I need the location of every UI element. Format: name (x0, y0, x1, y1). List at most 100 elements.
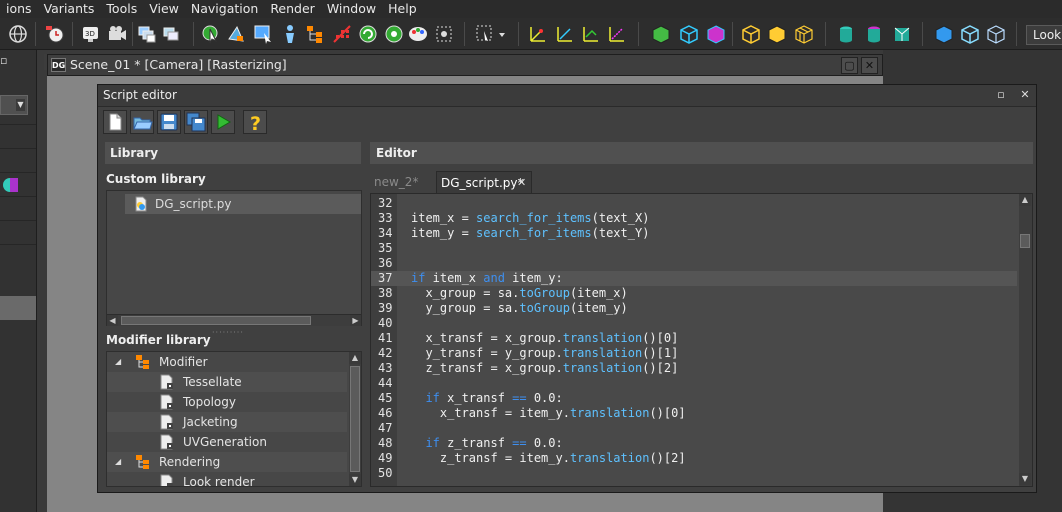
tree-item-rendering[interactable]: ◢ Rendering (107, 452, 347, 472)
axis-snap-icon[interactable] (554, 23, 576, 45)
axis-icon[interactable] (527, 23, 549, 45)
globe-icon[interactable] (7, 23, 29, 45)
code-line[interactable]: 44 (371, 376, 1017, 391)
code-line[interactable]: 43 z_transf = x_group.translation()[2] (371, 361, 1017, 376)
axis-align-icon[interactable] (580, 23, 602, 45)
axis-pattern-icon[interactable] (606, 23, 628, 45)
box-wire-icon[interactable] (959, 23, 981, 45)
paint-icon[interactable] (225, 23, 247, 45)
vertical-scrollbar[interactable]: ▲ ▼ (1019, 194, 1032, 486)
list-item[interactable]: DG_script.py (125, 194, 361, 214)
expand-arrow-icon[interactable]: ◢ (115, 352, 125, 372)
cylinder-split-icon[interactable] (891, 23, 913, 45)
code-line[interactable]: 35 (371, 241, 1017, 256)
menu-variants[interactable]: Variants (38, 0, 101, 18)
vertical-scrollbar[interactable]: ▲ ▼ (349, 352, 361, 486)
save-all-icon[interactable] (184, 110, 208, 134)
chevron-up-icon[interactable]: ▲ (349, 352, 361, 364)
tab-new-2[interactable]: new_2* (370, 171, 434, 193)
pick-icon[interactable] (200, 23, 222, 45)
open-folder-icon[interactable] (130, 110, 154, 134)
tree-item-jacketing[interactable]: Jacketing (107, 412, 347, 432)
code-line[interactable]: 34 item_y = search_for_items(text_Y) (371, 226, 1017, 241)
menu-render[interactable]: Render (264, 0, 321, 18)
code-line[interactable]: 47 (371, 421, 1017, 436)
cylinder-teal-icon[interactable] (835, 23, 857, 45)
maximize-button[interactable]: ▢ (841, 57, 858, 74)
box-blue-icon[interactable] (933, 23, 955, 45)
figure-icon[interactable] (279, 23, 301, 45)
box-outline-icon[interactable] (985, 23, 1007, 45)
stack-icon[interactable] (136, 23, 158, 45)
code-line[interactable]: 45 if x_transf == 0.0: (371, 391, 1017, 406)
tree-item-uvgeneration[interactable]: UVGeneration (107, 432, 347, 452)
float-icon[interactable]: ▫ (994, 88, 1008, 102)
cube-yellow-wire-icon[interactable] (740, 23, 762, 45)
menu-view[interactable]: View (143, 0, 185, 18)
hierarchy-icon[interactable] (304, 23, 326, 45)
cube-yellow-grid-icon[interactable] (793, 23, 815, 45)
target-icon[interactable] (383, 23, 405, 45)
left-combo-box[interactable]: ▼ (0, 95, 28, 115)
3d-view-icon[interactable]: 3D (80, 23, 102, 45)
code-line[interactable]: 41 x_transf = x_group.translation()[0] (371, 331, 1017, 346)
run-icon[interactable] (211, 110, 235, 134)
splitter-handle[interactable]: ········· (212, 328, 244, 337)
code-line[interactable]: 36 (371, 256, 1017, 271)
selected-row[interactable] (0, 296, 36, 320)
tree-item-topology[interactable]: Topology (107, 392, 347, 412)
scrollbar-thumb[interactable] (350, 366, 360, 472)
close-button[interactable]: ✕ (861, 57, 878, 74)
code-line[interactable]: 32 (371, 196, 1017, 211)
grid-icon[interactable] (331, 23, 353, 45)
cylinder-purple-icon[interactable] (863, 23, 885, 45)
clock-icon[interactable] (44, 23, 66, 45)
cube-yellow-icon[interactable] (766, 23, 788, 45)
new-file-icon[interactable] (103, 110, 127, 134)
layers-icon[interactable] (160, 23, 182, 45)
menu-help[interactable]: Help (382, 0, 423, 18)
save-icon[interactable] (157, 110, 181, 134)
camera-icon[interactable] (106, 23, 128, 45)
pointer-dropdown-icon[interactable] (474, 23, 508, 45)
chevron-down-icon[interactable]: ▼ (349, 474, 361, 486)
horizontal-scrollbar[interactable]: ◀ ▶ (107, 314, 361, 326)
menu-tools[interactable]: Tools (100, 0, 143, 18)
select-icon[interactable] (252, 23, 274, 45)
chevron-down-icon[interactable]: ▼ (1019, 473, 1031, 485)
menu-options[interactable]: ions (0, 0, 38, 18)
close-icon[interactable]: ✕ (1018, 88, 1032, 102)
rotate-icon[interactable] (357, 23, 379, 45)
code-line[interactable]: 42 y_transf = y_group.translation()[1] (371, 346, 1017, 361)
tree-item-tessellate[interactable]: Tessellate (107, 372, 347, 392)
code-line[interactable]: 39 y_group = sa.toGroup(item_y) (371, 301, 1017, 316)
code-line[interactable]: 40 (371, 316, 1017, 331)
code-line[interactable]: 33 item_x = search_for_items(text_X) (371, 211, 1017, 226)
palette-icon[interactable] (407, 23, 429, 45)
select-dots-icon[interactable] (433, 23, 455, 45)
close-icon[interactable]: ✕ (517, 172, 526, 194)
tree-item-modifier[interactable]: ◢ Modifier (107, 352, 347, 372)
chevron-right-icon[interactable]: ▶ (350, 315, 361, 326)
cube-wire-icon[interactable] (678, 23, 700, 45)
code-line[interactable]: 38 x_group = sa.toGroup(item_x) (371, 286, 1017, 301)
code-line[interactable]: 49 z_transf = item_y.translation()[2] (371, 451, 1017, 466)
code-line[interactable]: 46 x_transf = item_y.translation()[0] (371, 406, 1017, 421)
menu-window[interactable]: Window (321, 0, 382, 18)
help-icon[interactable]: ? (243, 110, 267, 134)
code-line[interactable]: 37 if item_x and item_y: (371, 271, 1017, 286)
material-ball-icon[interactable] (0, 175, 20, 195)
tab-dg-script[interactable]: DG_script.py* ✕ (436, 171, 532, 193)
cube-purple-icon[interactable] (705, 23, 727, 45)
chevron-left-icon[interactable]: ◀ (107, 315, 118, 326)
expand-arrow-icon[interactable]: ◢ (115, 452, 125, 472)
code-editor[interactable]: 32 33 item_x = search_for_items(text_X) 34 i… (370, 193, 1033, 487)
close-icon[interactable]: ▫ (0, 54, 10, 67)
code-line[interactable]: 48 if z_transf == 0.0: (371, 436, 1017, 451)
menu-navigation[interactable]: Navigation (185, 0, 264, 18)
chevron-up-icon[interactable]: ▲ (1019, 194, 1031, 206)
cube-green-icon[interactable] (650, 23, 672, 45)
look-render-button[interactable]: Look r (1026, 25, 1062, 45)
scrollbar-thumb[interactable] (1020, 234, 1030, 248)
code-line[interactable]: 50 (371, 466, 1017, 481)
